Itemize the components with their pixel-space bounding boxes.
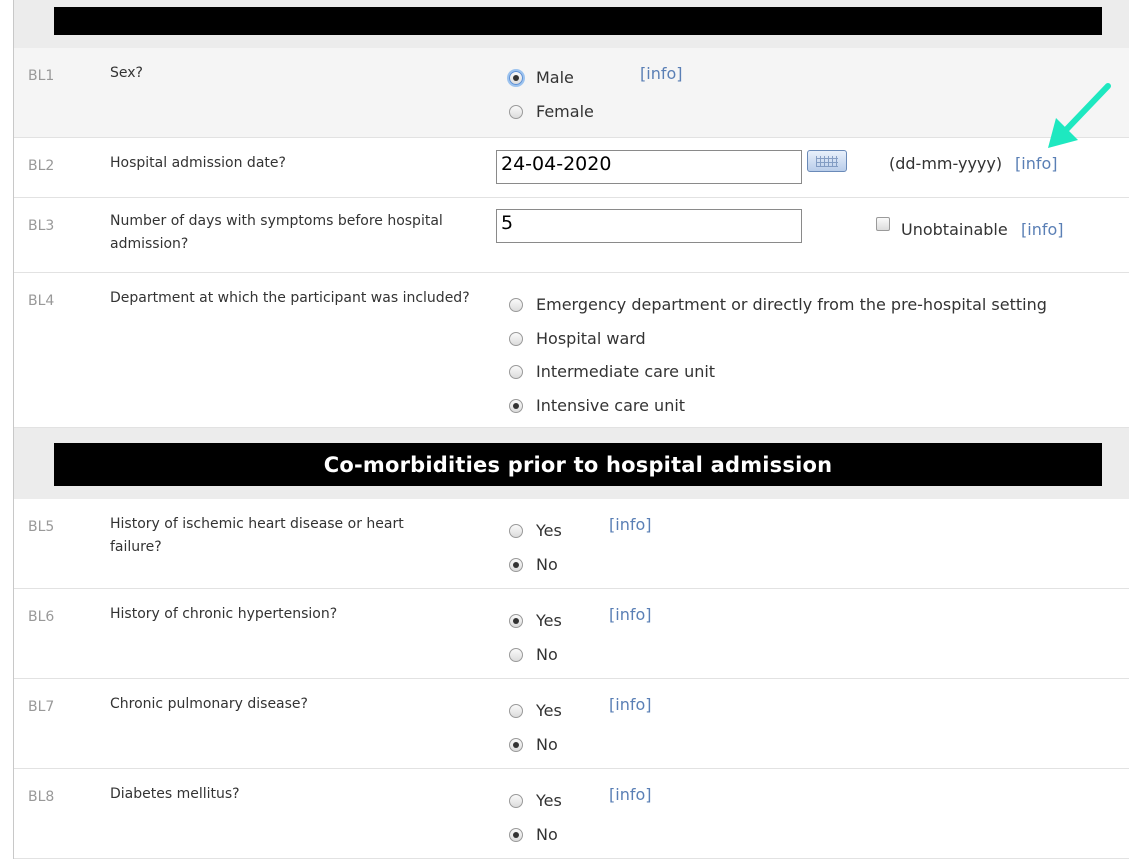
info-link[interactable]: [info] [609, 515, 652, 534]
question-code: BL2 [28, 158, 55, 174]
option-label: Intermediate care unit [536, 362, 716, 381]
question-code: BL1 [28, 68, 55, 84]
question-code: BL7 [28, 699, 55, 715]
radio-yes[interactable]: Yes [509, 791, 562, 810]
option-label: No [536, 645, 558, 664]
annotation-arrow-icon [1048, 83, 1111, 148]
radio-hospital-ward[interactable]: Hospital ward [509, 329, 646, 348]
radio-female[interactable]: Female [509, 102, 594, 121]
option-label: Male [536, 68, 574, 87]
radio-button[interactable] [509, 364, 523, 379]
radio-no[interactable]: No [509, 645, 558, 664]
radio-intermediate-care[interactable]: Intermediate care unit [509, 362, 715, 381]
question-text: Department at which the participant was … [110, 290, 470, 306]
info-link[interactable]: [info] [640, 64, 683, 83]
admission-date-input[interactable]: 24-04-2020 [496, 150, 802, 184]
question-row-bl6: BL6 History of chronic hypertension? Yes… [14, 589, 1129, 679]
radio-yes[interactable]: Yes [509, 521, 562, 540]
question-text: History of chronic hypertension? [110, 606, 338, 622]
radio-button[interactable] [509, 703, 523, 718]
radio-yes[interactable]: Yes [509, 611, 562, 630]
radio-yes[interactable]: Yes [509, 701, 562, 720]
question-row-bl8: BL8 Diabetes mellitus? Yes No [info] [14, 769, 1129, 859]
question-row-bl7: BL7 Chronic pulmonary disease? Yes No [i… [14, 679, 1129, 769]
question-text: History of ischemic heart disease or hea… [110, 516, 404, 555]
checkbox-label: Unobtainable [901, 220, 1008, 239]
section-header-band: Co-morbidities prior to hospital admissi… [14, 428, 1129, 499]
section-title [54, 7, 1102, 35]
calendar-icon[interactable] [807, 150, 847, 172]
radio-button[interactable] [509, 398, 523, 413]
option-label: No [536, 555, 558, 574]
radio-emergency-department[interactable]: Emergency department or directly from th… [509, 295, 1047, 314]
radio-intensive-care[interactable]: Intensive care unit [509, 396, 685, 415]
unobtainable-checkbox[interactable] [876, 217, 890, 231]
question-row-bl1: BL1 Sex? Male Female [info] [14, 48, 1129, 138]
radio-button[interactable] [509, 70, 523, 85]
section-header-band [14, 0, 1129, 48]
question-text: Diabetes mellitus? [110, 786, 240, 802]
question-row-bl5: BL5 History of ischemic heart disease or… [14, 499, 1129, 589]
option-label: Yes [536, 701, 562, 720]
question-text: Number of days with symptoms before hosp… [110, 213, 443, 252]
form-frame: BL1 Sex? Male Female [info] BL2 Hospital… [13, 0, 1129, 859]
option-label: Yes [536, 521, 562, 540]
option-label: Female [536, 102, 594, 121]
question-row-bl2: BL2 Hospital admission date? 24-04-2020 … [14, 138, 1129, 198]
question-code: BL4 [28, 293, 55, 309]
section-title: Co-morbidities prior to hospital admissi… [54, 443, 1102, 486]
question-code: BL8 [28, 789, 55, 805]
question-code: BL3 [28, 218, 55, 234]
question-text: Hospital admission date? [110, 155, 286, 171]
radio-button[interactable] [509, 331, 523, 346]
option-label: No [536, 735, 558, 754]
option-label: Yes [536, 791, 562, 810]
radio-button[interactable] [509, 827, 523, 842]
question-text: Chronic pulmonary disease? [110, 696, 308, 712]
question-code: BL6 [28, 609, 55, 625]
question-row-bl4: BL4 Department at which the participant … [14, 273, 1129, 428]
info-link[interactable]: [info] [609, 785, 652, 804]
symptom-days-input[interactable]: 5 [496, 209, 802, 243]
question-row-bl3: BL3 Number of days with symptoms before … [14, 198, 1129, 273]
option-label: No [536, 825, 558, 844]
radio-button[interactable] [509, 523, 523, 538]
option-label: Yes [536, 611, 562, 630]
radio-button[interactable] [509, 613, 523, 628]
radio-button[interactable] [509, 793, 523, 808]
radio-button[interactable] [509, 104, 523, 119]
radio-male[interactable]: Male [509, 68, 574, 87]
question-code: BL5 [28, 519, 55, 535]
option-label: Emergency department or directly from th… [536, 295, 1047, 314]
question-text: Sex? [110, 65, 143, 81]
info-link[interactable]: [info] [609, 695, 652, 714]
date-format-hint: (dd-mm-yyyy) [889, 154, 1003, 173]
radio-no[interactable]: No [509, 825, 558, 844]
radio-button[interactable] [509, 557, 523, 572]
option-label: Hospital ward [536, 329, 646, 348]
radio-no[interactable]: No [509, 735, 558, 754]
info-link[interactable]: [info] [609, 605, 652, 624]
radio-button[interactable] [509, 737, 523, 752]
radio-button[interactable] [509, 297, 523, 312]
radio-no[interactable]: No [509, 555, 558, 574]
info-link[interactable]: [info] [1021, 220, 1064, 239]
radio-button[interactable] [509, 647, 523, 662]
option-label: Intensive care unit [536, 396, 686, 415]
